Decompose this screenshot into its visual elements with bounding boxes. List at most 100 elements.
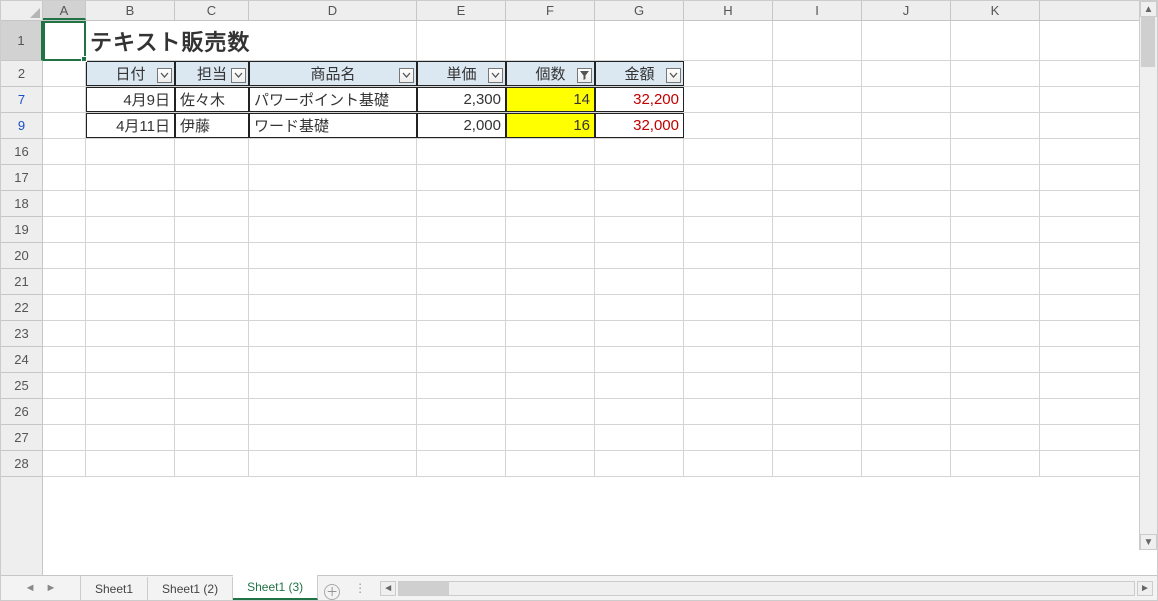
cell-G1[interactable] — [595, 21, 684, 60]
vscroll-thumb[interactable] — [1141, 17, 1155, 67]
scroll-up-arrow-icon[interactable]: ▲ — [1140, 1, 1157, 17]
row-header-26[interactable]: 26 — [1, 399, 42, 425]
col-header-E[interactable]: E — [417, 1, 506, 20]
row-header-27[interactable]: 27 — [1, 425, 42, 451]
row-header-18[interactable]: 18 — [1, 191, 42, 217]
sheet-tabs: Sheet1 Sheet1 (2) Sheet1 (3) ＋ — [81, 576, 346, 600]
tab-sheet1-3[interactable]: Sheet1 (3) — [233, 575, 318, 600]
cell-B9[interactable]: 4月11日 — [86, 113, 175, 138]
vertical-scrollbar[interactable]: ▲ ▼ — [1139, 1, 1157, 550]
cell-G7[interactable]: 32,200 — [595, 87, 684, 112]
select-all-corner[interactable] — [1, 1, 43, 21]
cell-J1[interactable] — [862, 21, 951, 60]
cell-H1[interactable] — [684, 21, 773, 60]
scroll-down-arrow-icon[interactable]: ▼ — [1140, 534, 1157, 550]
cell-A9[interactable] — [43, 113, 86, 138]
cell-F1[interactable] — [506, 21, 595, 60]
cell-J9[interactable] — [862, 113, 951, 138]
cell-F7[interactable]: 14 — [506, 87, 595, 112]
row-header-2[interactable]: 2 — [1, 61, 42, 87]
row-header-20[interactable]: 20 — [1, 243, 42, 269]
tab-nav-next-icon[interactable]: ► — [46, 582, 57, 594]
filter-button-qty-active[interactable] — [577, 68, 592, 83]
row-header-24[interactable]: 24 — [1, 347, 42, 373]
scroll-left-arrow-icon[interactable]: ◄ — [380, 581, 396, 596]
cell-E9[interactable]: 2,000 — [417, 113, 506, 138]
row-header-16[interactable]: 16 — [1, 139, 42, 165]
filter-button-rep[interactable] — [231, 68, 246, 83]
cell-B1[interactable]: テキスト販売数 — [86, 21, 175, 60]
row-header-9[interactable]: 9 — [1, 113, 42, 139]
col-header-H[interactable]: H — [684, 1, 773, 20]
col-header-J[interactable]: J — [862, 1, 951, 20]
cell-I7[interactable] — [773, 87, 862, 112]
cell-H7[interactable] — [684, 87, 773, 112]
vscroll-track[interactable] — [1140, 17, 1157, 534]
header-date[interactable]: 日付 — [86, 61, 175, 86]
col-header-C[interactable]: C — [175, 1, 249, 20]
col-header-K[interactable]: K — [951, 1, 1040, 20]
cell-F9[interactable]: 16 — [506, 113, 595, 138]
tab-sheet1[interactable]: Sheet1 — [81, 577, 148, 600]
cell-C7[interactable]: 佐々木 — [175, 87, 249, 112]
col-header-D[interactable]: D — [249, 1, 417, 20]
row-header-7[interactable]: 7 — [1, 87, 42, 113]
header-amount[interactable]: 金額 — [595, 61, 684, 86]
cell-A1[interactable] — [43, 21, 86, 60]
cell-J2[interactable] — [862, 61, 951, 86]
header-product-label: 商品名 — [254, 63, 412, 84]
col-header-G[interactable]: G — [595, 1, 684, 20]
tab-nav-prev-icon[interactable]: ◄ — [25, 582, 36, 594]
cell-H2[interactable] — [684, 61, 773, 86]
cell-B7[interactable]: 4月9日 — [86, 87, 175, 112]
cell-D7[interactable]: パワーポイント基礎 — [249, 87, 417, 112]
hscroll-track[interactable] — [398, 581, 1135, 596]
cell-D9[interactable]: ワード基礎 — [249, 113, 417, 138]
horizontal-scrollbar[interactable]: ◄ ► — [376, 576, 1157, 600]
cell-K1[interactable] — [951, 21, 1040, 60]
cell-A2[interactable] — [43, 61, 86, 86]
row-header-1[interactable]: 1 — [1, 21, 43, 61]
cell-G9[interactable]: 32,000 — [595, 113, 684, 138]
row-header-19[interactable]: 19 — [1, 217, 42, 243]
cell-C1[interactable] — [175, 21, 249, 60]
cell-K7[interactable] — [951, 87, 1040, 112]
hscroll-thumb[interactable] — [399, 582, 449, 595]
row-header-21[interactable]: 21 — [1, 269, 42, 295]
tab-sheet1-2[interactable]: Sheet1 (2) — [148, 577, 233, 600]
col-header-F[interactable]: F — [506, 1, 595, 20]
col-header-I[interactable]: I — [773, 1, 862, 20]
cell-E7[interactable]: 2,300 — [417, 87, 506, 112]
header-rep[interactable]: 担当 — [175, 61, 249, 86]
cell-K9[interactable] — [951, 113, 1040, 138]
cell-I1[interactable] — [773, 21, 862, 60]
tab-split-handle[interactable]: ⋮ — [346, 576, 376, 600]
cell-K2[interactable] — [951, 61, 1040, 86]
cell-E1[interactable] — [417, 21, 506, 60]
cell-A7[interactable] — [43, 87, 86, 112]
cell-C9[interactable]: 伊藤 — [175, 113, 249, 138]
add-sheet-button[interactable]: ＋ — [318, 584, 346, 600]
col-header-B[interactable]: B — [86, 1, 175, 20]
header-unit-price[interactable]: 単価 — [417, 61, 506, 86]
cell-I9[interactable] — [773, 113, 862, 138]
col-header-A[interactable]: A — [43, 1, 86, 20]
filter-button-date[interactable] — [157, 68, 172, 83]
tab-nav-buttons[interactable]: ◄ ► — [1, 576, 81, 600]
cell-J7[interactable] — [862, 87, 951, 112]
cell-D1[interactable] — [249, 21, 417, 60]
row-header-22[interactable]: 22 — [1, 295, 42, 321]
cell-I2[interactable] — [773, 61, 862, 86]
row-header-23[interactable]: 23 — [1, 321, 42, 347]
row-header-25[interactable]: 25 — [1, 373, 42, 399]
header-qty[interactable]: 個数 — [506, 61, 595, 86]
filter-button-unit-price[interactable] — [488, 68, 503, 83]
cell-H9[interactable] — [684, 113, 773, 138]
header-product[interactable]: 商品名 — [249, 61, 417, 86]
filter-button-amount[interactable] — [666, 68, 681, 83]
row-header-17[interactable]: 17 — [1, 165, 42, 191]
filter-button-product[interactable] — [399, 68, 414, 83]
scroll-right-arrow-icon[interactable]: ► — [1137, 581, 1153, 596]
row-header-28[interactable]: 28 — [1, 451, 42, 477]
row-1: テキスト販売数 — [43, 21, 1157, 61]
